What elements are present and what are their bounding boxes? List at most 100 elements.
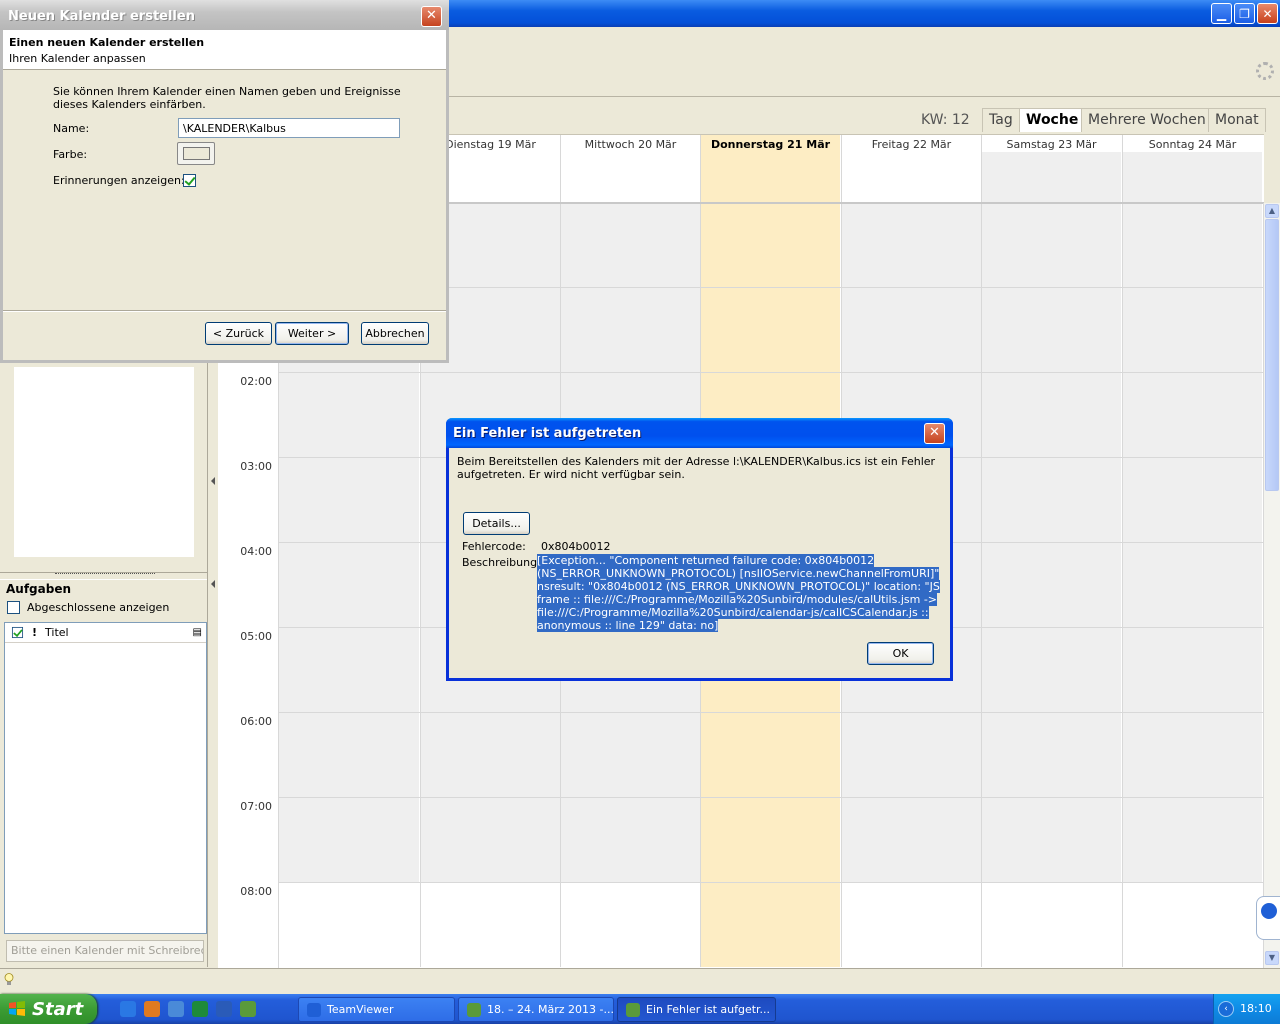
error-code-label: Fehlercode: (462, 540, 526, 553)
error-dialog: Ein Fehler ist aufgetreten ✕ Beim Bereit… (446, 418, 953, 681)
teamviewer-icon (307, 1003, 321, 1017)
error-description[interactable]: [Exception... "Component returned failur… (537, 554, 943, 632)
hour-label: 05:00 (240, 630, 272, 643)
hour-line (278, 882, 1263, 883)
back-button[interactable]: < Zurück (205, 322, 272, 345)
show-completed-row[interactable]: Abgeschlossene anzeigen (7, 601, 169, 614)
day-header[interactable]: Mittwoch 20 Mär (560, 135, 700, 152)
teamviewer-icon (1261, 903, 1277, 919)
day-header[interactable]: Samstag 23 Mär (981, 135, 1121, 152)
name-label: Name: (53, 122, 90, 135)
excel-icon[interactable] (192, 1001, 208, 1017)
color-label: Farbe: (53, 148, 88, 161)
hour-line (278, 372, 1263, 373)
error-message: Beim Bereitstellen des Kalenders mit der… (457, 455, 936, 481)
priority-column-icon[interactable]: ! (32, 626, 37, 639)
calendar-icon[interactable] (240, 1001, 256, 1017)
reminders-checkbox[interactable] (183, 174, 196, 187)
new-task-input[interactable]: Bitte einen Kalender mit Schreibrechten (6, 940, 204, 962)
tab-day[interactable]: Tag (982, 108, 1020, 132)
sunbird-icon (467, 1003, 481, 1017)
windows-flag-icon (9, 1001, 25, 1016)
hour-line (278, 797, 1263, 798)
day-header[interactable]: Sonntag 24 Mär (1122, 135, 1262, 152)
error-description-label: Beschreibung: (462, 556, 541, 569)
new-calendar-title: Neuen Kalender erstellen (8, 9, 195, 24)
error-code: 0x804b0012 (541, 540, 611, 553)
day-header[interactable]: Freitag 22 Mär (841, 135, 981, 152)
taskbar-button[interactable]: 18. – 24. März 2013 -... (458, 997, 614, 1022)
task-list[interactable]: ! Titel ▤ (4, 622, 207, 934)
tab-multiweek[interactable]: Mehrere Wochen (1081, 108, 1213, 132)
word-icon[interactable] (216, 1001, 232, 1017)
next-button[interactable]: Weiter > (275, 322, 349, 345)
taskbar: Start TeamViewer 18. – 24. März 2013 -...… (0, 994, 1280, 1024)
ok-button[interactable]: OK (867, 642, 934, 665)
hour-label: 03:00 (240, 460, 272, 473)
maximize-button[interactable]: ❐ (1234, 3, 1255, 24)
title-column-header[interactable]: Titel (45, 626, 69, 639)
hour-label: 06:00 (240, 715, 272, 728)
error-close-button[interactable]: ✕ (924, 423, 945, 444)
weekend-allday-shading (982, 152, 1121, 202)
hour-label: 02:00 (240, 375, 272, 388)
hour-label: 07:00 (240, 800, 272, 813)
wizard-subheading: Ihren Kalender anpassen (9, 52, 146, 65)
column-picker-icon[interactable]: ▤ (193, 627, 202, 638)
new-calendar-titlebar: Neuen Kalender erstellen ✕ (0, 0, 449, 30)
close-button[interactable]: ✕ (1257, 3, 1278, 24)
hour-line (278, 712, 1263, 713)
calendar-name-input[interactable] (178, 118, 400, 138)
cancel-button[interactable]: Abbrechen (361, 322, 429, 345)
teamviewer-panel-tab[interactable] (1256, 896, 1280, 940)
scrollbar-thumb[interactable] (1265, 219, 1279, 491)
show-completed-label: Abgeschlossene anzeigen (27, 601, 170, 614)
sunbird-icon[interactable] (168, 1001, 184, 1017)
hour-label: 04:00 (240, 545, 272, 558)
taskbar-button-label: Ein Fehler ist aufgetr... (646, 1003, 771, 1016)
show-completed-checkbox[interactable] (7, 601, 20, 614)
clock: 18:10 (1240, 1002, 1272, 1015)
statusbar (0, 968, 1280, 991)
lightbulb-icon (4, 973, 14, 985)
firefox-icon[interactable] (144, 1001, 160, 1017)
tab-week[interactable]: Woche (1019, 108, 1086, 132)
week-number-label: KW: 12 (921, 112, 970, 128)
offhours-shading (982, 203, 1121, 883)
week-view-scrollbar[interactable]: ▲ ▼ (1263, 203, 1280, 968)
taskbar-button-label: TeamViewer (327, 1003, 394, 1016)
completed-column-icon[interactable] (11, 626, 24, 639)
new-calendar-close-button[interactable]: ✕ (421, 6, 442, 27)
calendar-list[interactable] (14, 367, 194, 557)
collapse-arrow-icon[interactable] (211, 477, 215, 485)
scroll-up-icon[interactable]: ▲ (1265, 204, 1279, 218)
tray-expand-icon[interactable]: ‹ (1218, 1001, 1234, 1017)
tab-month[interactable]: Monat (1208, 108, 1266, 132)
system-tray: ‹ 18:10 (1213, 994, 1280, 1024)
task-list-header: ! Titel ▤ (5, 623, 206, 643)
details-button[interactable]: Details... (463, 512, 530, 535)
pane-splitter[interactable] (0, 572, 207, 580)
error-titlebar: Ein Fehler ist aufgetreten ✕ (446, 418, 953, 448)
ie-icon[interactable] (120, 1001, 136, 1017)
start-button[interactable]: Start (0, 994, 97, 1024)
taskbar-button[interactable]: Ein Fehler ist aufgetr... (617, 997, 776, 1022)
wizard-description: Sie können Ihrem Kalender einen Namen ge… (53, 85, 401, 111)
offhours-shading (1123, 203, 1262, 883)
color-swatch (183, 147, 210, 160)
taskbar-button[interactable]: TeamViewer (298, 997, 455, 1022)
tasks-header: Aufgaben (6, 582, 72, 596)
hour-label: 08:00 (240, 885, 272, 898)
day-header[interactable]: Donnerstag 21 Mär (700, 135, 840, 152)
error-description-text: [Exception... "Component returned failur… (537, 554, 940, 632)
taskbar-button-label: 18. – 24. März 2013 -... (487, 1003, 614, 1016)
wizard-heading: Einen neuen Kalender erstellen (9, 36, 205, 49)
wizard-header: Einen neuen Kalender erstellen Ihren Kal… (3, 30, 446, 70)
scroll-down-icon[interactable]: ▼ (1265, 951, 1279, 965)
weekend-allday-shading (1123, 152, 1262, 202)
error-title: Ein Fehler ist aufgetreten (453, 426, 642, 441)
sunbird-icon (626, 1003, 640, 1017)
minimize-button[interactable]: ▁ (1211, 3, 1232, 24)
color-picker-button[interactable] (177, 142, 215, 165)
collapse-arrow-icon[interactable] (211, 580, 215, 588)
